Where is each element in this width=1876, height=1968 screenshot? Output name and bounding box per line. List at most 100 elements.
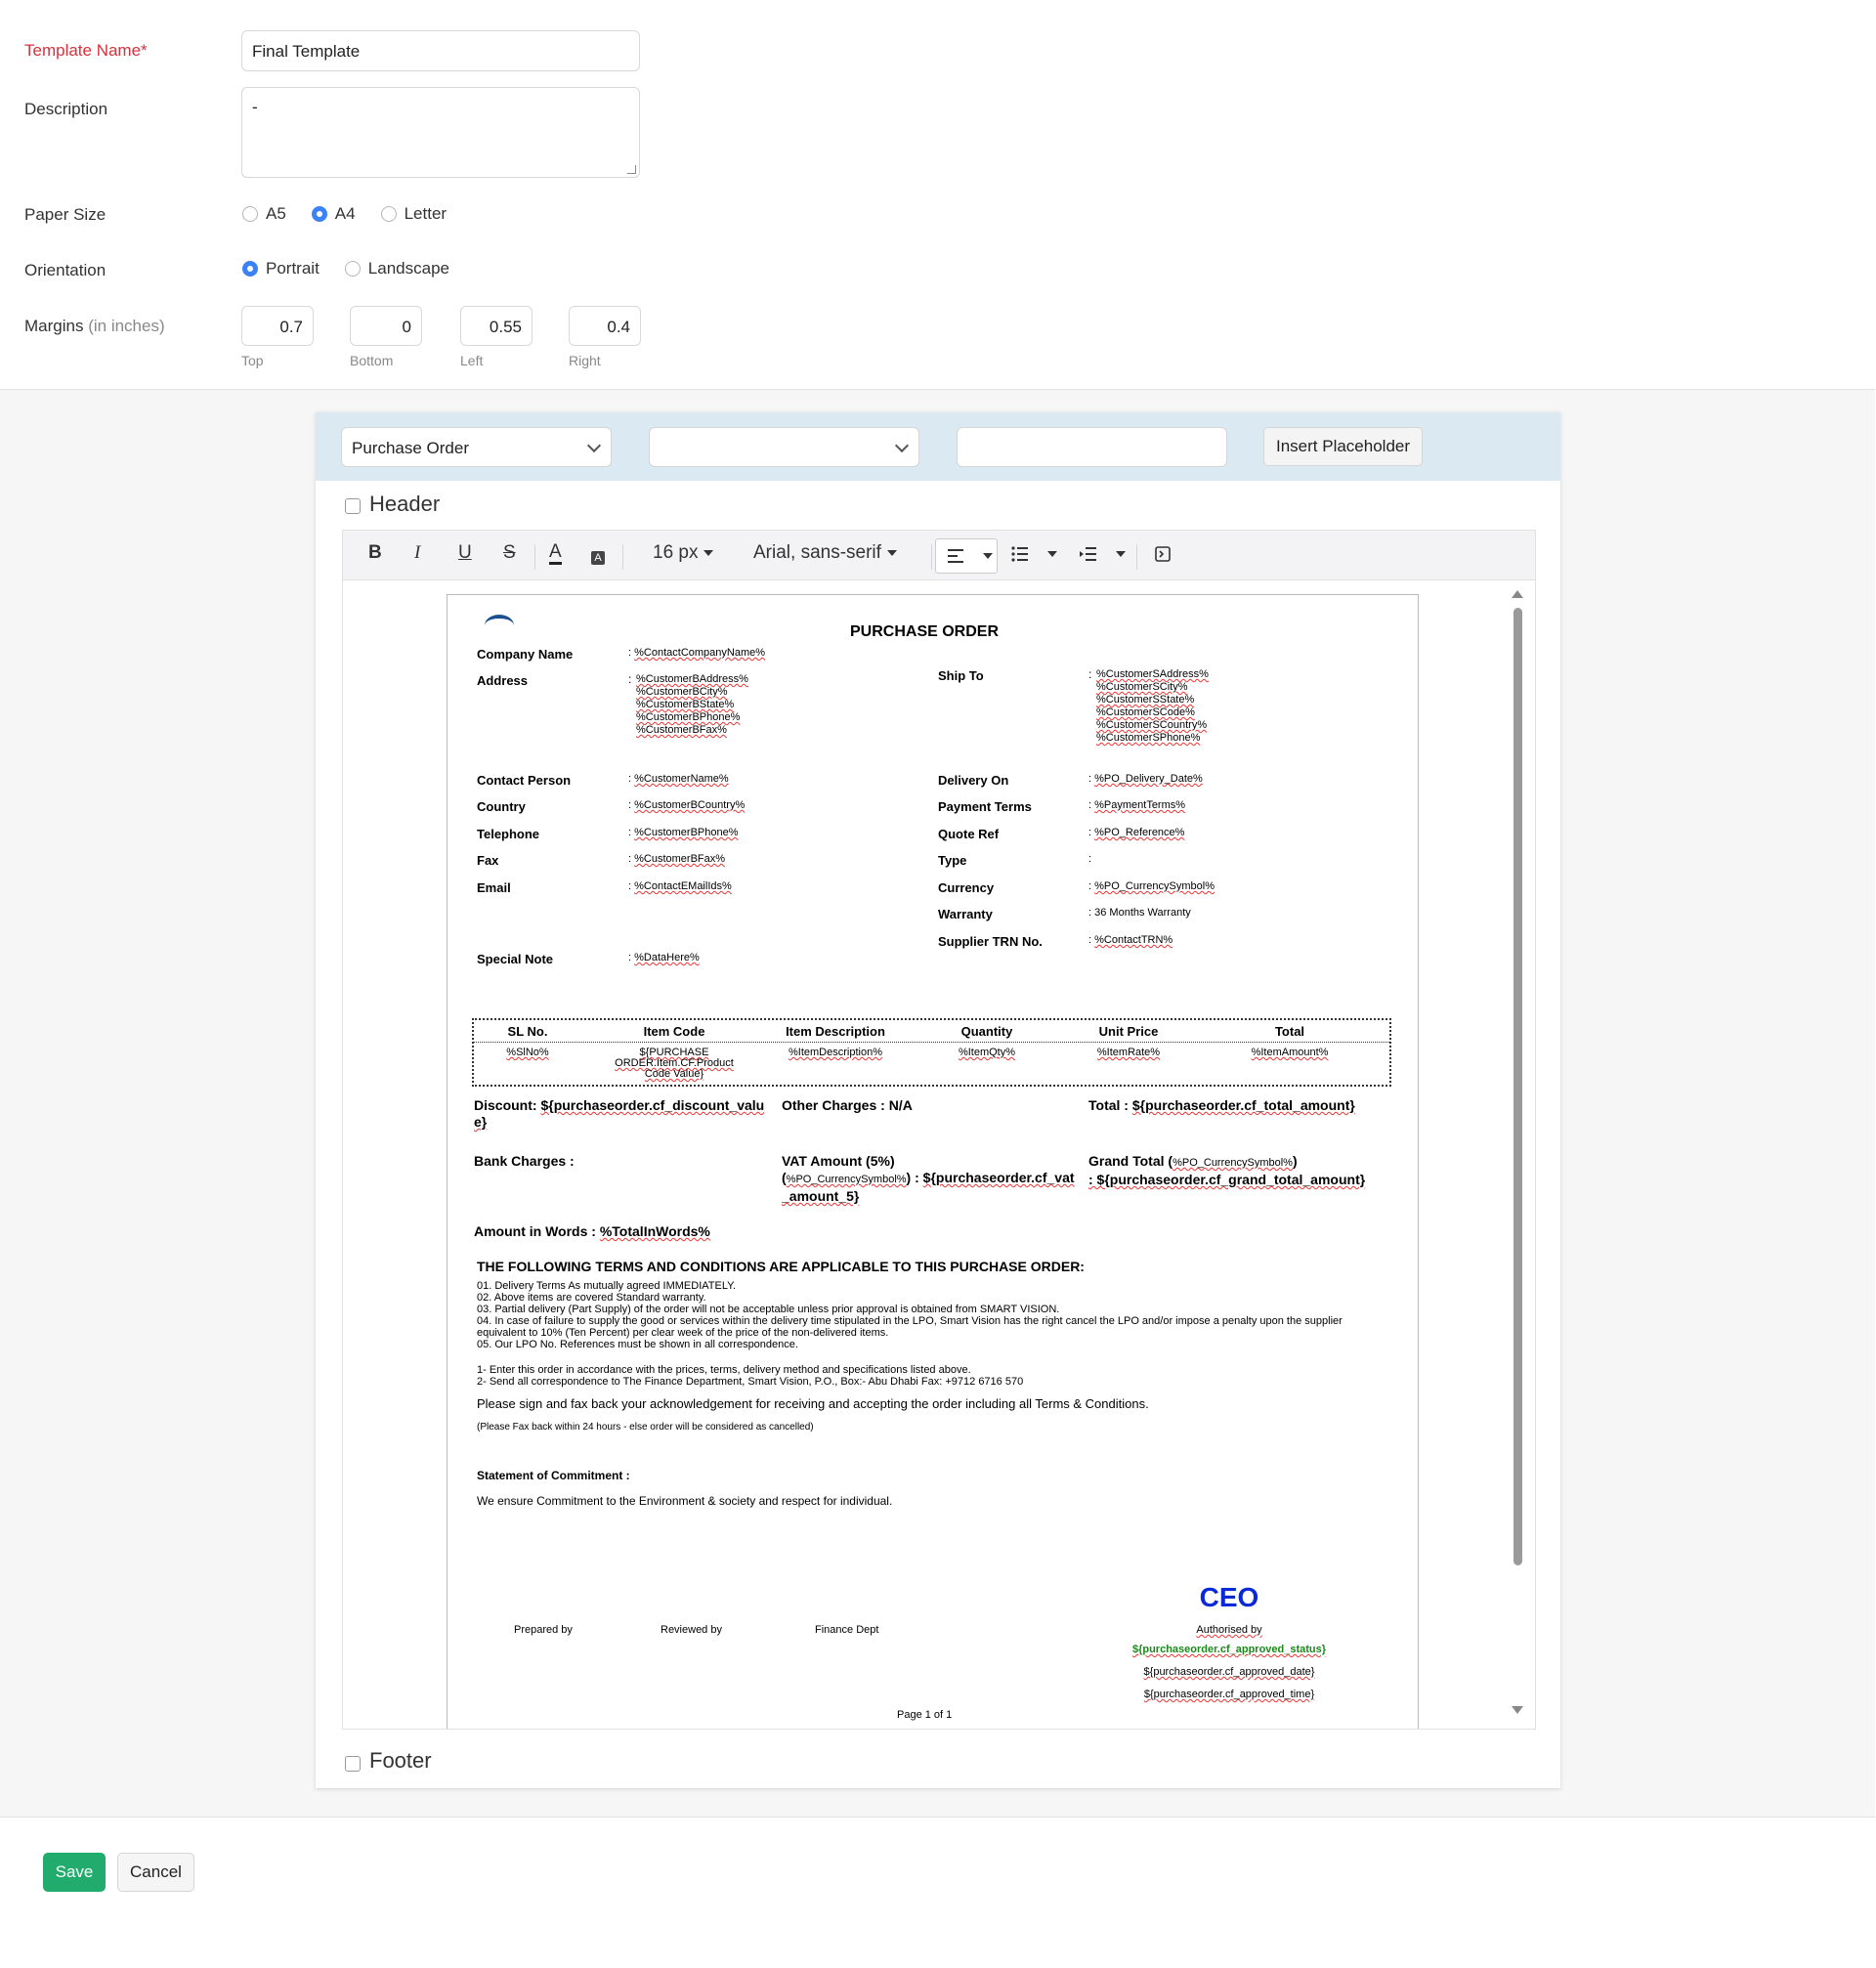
editor-scrollbar[interactable] — [1512, 590, 1523, 1714]
orientation-landscape-label[interactable]: Landscape — [368, 259, 449, 278]
caret-down-icon — [1047, 551, 1058, 557]
toolbar-divider — [1136, 544, 1137, 570]
table-cell: %ItemRate% — [1096, 1047, 1161, 1058]
purchase-order-document: PURCHASE ORDER Company Name : %ContactCo… — [447, 594, 1419, 1729]
margin-bottom-caption: Bottom — [350, 353, 394, 368]
field-label: Address — [477, 673, 529, 688]
table-header: Unit Price — [1098, 1024, 1159, 1039]
chevron-down-icon — [586, 438, 602, 453]
resize-handle-icon[interactable] — [627, 165, 636, 174]
indent-select[interactable] — [1080, 546, 1127, 568]
paper-size-a5-radio[interactable] — [242, 206, 258, 222]
save-button[interactable]: Save — [43, 1853, 106, 1892]
field-label: Special Note — [477, 952, 554, 966]
field-value: : %CustomerBPhone% — [628, 827, 739, 838]
paper-size-a4-label[interactable]: A4 — [335, 204, 356, 224]
caret-down-icon — [886, 549, 897, 556]
highlight-color-icon[interactable]: A — [591, 545, 605, 567]
template-editor-card: Purchase Order Insert Placeholder Header… — [316, 412, 1560, 1788]
bold-button[interactable]: B — [368, 542, 382, 564]
paper-size-letter-radio[interactable] — [380, 206, 397, 222]
total-text: Total : ${purchaseorder.cf_total_amount} — [1088, 1097, 1355, 1113]
font-size-select[interactable]: 16 px — [653, 542, 714, 564]
other-charges-text: Other Charges : N/A — [782, 1097, 913, 1113]
table-cell: %SlNo% — [506, 1047, 549, 1058]
margin-bottom-input[interactable]: 0 — [350, 306, 422, 346]
field-value: : %PO_Delivery_Date% — [1088, 773, 1203, 785]
field-label: Telephone — [477, 827, 540, 841]
field-label: Company Name — [477, 647, 574, 662]
field-label: Quote Ref — [938, 827, 1000, 841]
paper-size-a5-label[interactable]: A5 — [266, 204, 286, 224]
margin-top-input[interactable]: 0.7 — [241, 306, 314, 346]
caret-down-icon — [704, 549, 714, 556]
table-cell: %ItemDescription% — [789, 1047, 882, 1058]
approved-time: ${purchaseorder.cf_approved_time} — [1143, 1689, 1315, 1700]
instruction-item: 1- Enter this order in accordance with t… — [477, 1364, 971, 1376]
strikethrough-button[interactable]: S — [503, 542, 516, 564]
margin-left-caption: Left — [460, 353, 484, 368]
scroll-up-icon[interactable] — [1512, 590, 1523, 598]
placeholder-bar: Purchase Order Insert Placeholder — [316, 412, 1560, 481]
font-family-select[interactable]: Arial, sans-serif — [753, 542, 897, 564]
field-value: : %ContactCompanyName% — [628, 647, 766, 659]
scroll-down-icon[interactable] — [1512, 1706, 1523, 1714]
fax-note: (Please Fax back within 24 hours - else … — [477, 1422, 814, 1433]
table-divider — [474, 1042, 1389, 1043]
scroll-thumb[interactable] — [1514, 608, 1522, 1565]
indent-icon — [1080, 547, 1096, 561]
editor-content-area[interactable]: PURCHASE ORDER Company Name : %ContactCo… — [342, 580, 1536, 1730]
margins-label: Margins (in inches) — [24, 317, 165, 335]
margin-left-input[interactable]: 0.55 — [460, 306, 533, 346]
description-textarea[interactable]: - — [241, 87, 640, 178]
terms-item: 05. Our LPO No. References must be shown… — [477, 1339, 798, 1350]
footer-checkbox[interactable] — [345, 1756, 361, 1772]
insert-placeholder-button[interactable]: Insert Placeholder — [1263, 427, 1424, 466]
field-value: : %PO_CurrencySymbol% — [1088, 880, 1215, 892]
vat-amount-text: VAT Amount (5%) (%PO_CurrencySymbol%) : $… — [782, 1153, 1075, 1204]
header-checkbox[interactable] — [345, 498, 361, 514]
orientation-landscape-radio[interactable] — [344, 261, 361, 277]
table-header: Item Code — [643, 1024, 705, 1039]
terms-item: 01. Delivery Terms As mutually agreed IM… — [477, 1280, 737, 1292]
margin-right-input[interactable]: 0.4 — [569, 306, 641, 346]
caret-down-icon — [1116, 551, 1127, 557]
approved-date: ${purchaseorder.cf_approved_date} — [1143, 1666, 1315, 1678]
source-code-icon[interactable] — [1155, 546, 1171, 568]
orientation-portrait-radio[interactable] — [242, 261, 258, 277]
module-select[interactable]: Purchase Order — [341, 427, 612, 467]
text-color-icon[interactable]: A — [549, 542, 562, 565]
table-header: Item Description — [786, 1024, 885, 1039]
align-select[interactable] — [935, 538, 998, 574]
footer-label: Footer — [369, 1748, 432, 1773]
list-select[interactable] — [1011, 546, 1058, 568]
paper-size-a4-radio[interactable] — [311, 206, 327, 222]
italic-button[interactable]: I — [414, 542, 420, 564]
template-name-input[interactable]: Final Template — [241, 30, 640, 71]
reviewed-by-label: Reviewed by — [661, 1624, 722, 1636]
finance-dept-label: Finance Dept — [815, 1624, 879, 1636]
sign-note: Please sign and fax back your acknowledg… — [477, 1396, 1149, 1411]
amount-in-words-text: Amount in Words : %TotalInWords% — [474, 1223, 710, 1239]
bullet-list-icon — [1011, 546, 1028, 562]
document-title: PURCHASE ORDER — [850, 623, 1000, 640]
field-select[interactable] — [649, 427, 919, 467]
toolbar-divider — [622, 544, 623, 570]
terms-item: 02. Above items are covered Standard war… — [477, 1292, 706, 1304]
placeholder-value-input[interactable] — [957, 427, 1227, 467]
underline-button[interactable]: U — [458, 542, 472, 564]
cancel-button[interactable]: Cancel — [117, 1853, 194, 1892]
table-cell: %ItemQty% — [958, 1047, 1016, 1058]
paper-size-group: A5 A4 Letter — [242, 204, 464, 224]
field-label: Warranty — [938, 907, 993, 921]
field-value: : %PO_Reference% — [1088, 827, 1185, 838]
paper-size-letter-label[interactable]: Letter — [405, 204, 447, 224]
field-value: : %DataHere% — [628, 952, 700, 963]
align-left-icon — [948, 549, 963, 563]
editor-toolbar: B I U S A A 16 px Arial, sans-serif — [342, 530, 1536, 580]
commitment-title: Statement of Commitment : — [477, 1469, 630, 1482]
company-logo — [485, 615, 514, 636]
field-label: Currency — [938, 880, 995, 895]
orientation-portrait-label[interactable]: Portrait — [266, 259, 320, 278]
field-label: Country — [477, 799, 526, 814]
